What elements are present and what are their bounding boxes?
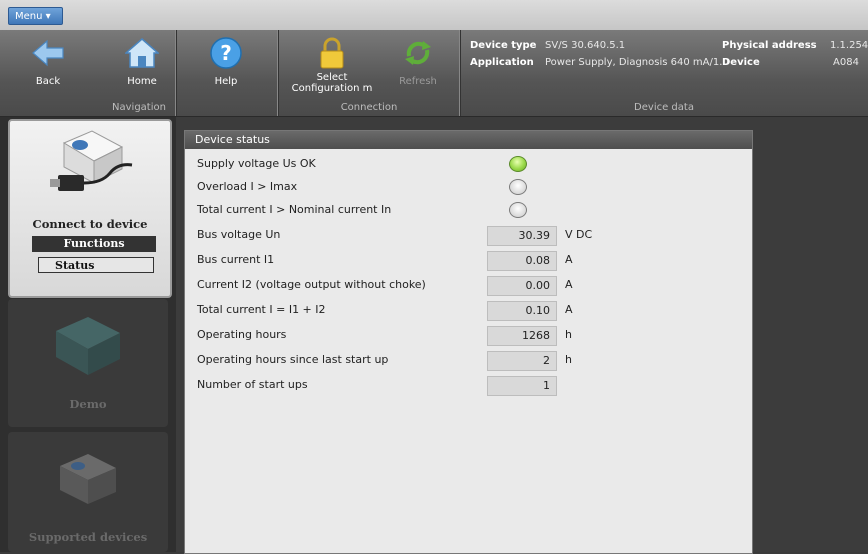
ribbon-toolbar: Back Home ? Help Navigation Select Confi… xyxy=(0,30,868,117)
demo-card[interactable]: Demo xyxy=(8,299,168,427)
connect-to-device-title: Connect to device xyxy=(32,217,148,231)
value-label: Bus current I1 xyxy=(197,253,275,266)
value-row: Bus current I1 0.08 A xyxy=(197,249,737,271)
connection-group: Select Configuration m Refresh Connectio… xyxy=(278,30,461,116)
navigation-group-label: Navigation xyxy=(112,102,166,113)
supported-device-icon xyxy=(52,448,124,513)
device-data-group: Device type SV/S 30.640.5.1 Application … xyxy=(460,30,868,116)
connect-to-device-card[interactable]: Connect to device Functions Status xyxy=(8,119,172,298)
indicator-label: Overload I > Imax xyxy=(197,180,298,193)
status-led-icon xyxy=(509,179,527,195)
device-value: A084 xyxy=(833,57,859,68)
refresh-icon xyxy=(401,36,435,70)
back-label: Back xyxy=(35,76,61,87)
status-button[interactable]: Status xyxy=(38,257,154,273)
indicator-row: Supply voltage Us OK xyxy=(197,153,737,175)
value-label: Current I2 (voltage output without choke… xyxy=(197,278,426,291)
connection-group-label: Connection xyxy=(340,102,398,113)
side-panel: Connect to device Functions Status Demo … xyxy=(0,117,176,552)
value-row: Operating hours since last start up 2 h xyxy=(197,349,737,371)
status-led-icon xyxy=(509,156,527,172)
device-type-label: Device type xyxy=(470,40,537,51)
select-configuration-button[interactable]: Select Configuration m xyxy=(282,36,382,94)
help-button[interactable]: ? Help xyxy=(200,36,252,87)
value-row: Total current I = I1 + I2 0.10 A xyxy=(197,299,737,321)
back-button[interactable]: Back xyxy=(22,36,74,87)
supported-devices-title: Supported devices xyxy=(28,530,148,544)
value-field: 0.10 xyxy=(487,301,557,321)
indicator-row: Overload I > Imax xyxy=(197,176,737,198)
value-unit: A xyxy=(565,303,573,316)
value-label: Total current I = I1 + I2 xyxy=(197,303,326,316)
value-label: Operating hours since last start up xyxy=(197,353,389,366)
value-unit: A xyxy=(565,253,573,266)
usb-interface-icon xyxy=(50,129,134,212)
application-label: Application xyxy=(470,57,534,68)
device-status-title: Device status xyxy=(185,131,752,149)
value-field: 0.00 xyxy=(487,276,557,296)
home-icon xyxy=(124,36,160,70)
value-label: Operating hours xyxy=(197,328,287,341)
value-unit: A xyxy=(565,278,573,291)
indicator-label: Total current I > Nominal current In xyxy=(197,203,392,216)
help-label: Help xyxy=(214,76,238,87)
device-label: Device xyxy=(722,57,760,68)
value-unit: h xyxy=(565,328,572,341)
value-field: 2 xyxy=(487,351,557,371)
back-arrow-icon xyxy=(31,36,65,70)
help-icon: ? xyxy=(209,36,243,70)
value-unit: V DC xyxy=(565,228,593,241)
demo-device-icon xyxy=(50,311,126,382)
value-label: Bus voltage Un xyxy=(197,228,281,241)
home-button[interactable]: Home xyxy=(116,36,168,87)
indicator-label: Supply voltage Us OK xyxy=(197,157,316,170)
svg-text:?: ? xyxy=(220,41,232,65)
lock-icon xyxy=(315,36,349,70)
value-label: Number of start ups xyxy=(197,378,308,391)
value-row: Current I2 (voltage output without choke… xyxy=(197,274,737,296)
device-data-group-label: Device data xyxy=(634,102,694,113)
indicator-row: Total current I > Nominal current In xyxy=(197,199,737,221)
select-configuration-label: Select Configuration m xyxy=(291,72,373,94)
menu-button[interactable]: Menu ▾ xyxy=(8,7,63,25)
value-field: 1 xyxy=(487,376,557,396)
value-row: Number of start ups 1 xyxy=(197,374,737,396)
value-field: 30.39 xyxy=(487,226,557,246)
application-value: Power Supply, Diagnosis 640 mA/1.0 xyxy=(545,57,729,68)
physical-address-value: 1.1.254 xyxy=(830,40,868,51)
menu-bar: Menu ▾ xyxy=(0,0,868,30)
main-content: Device status Supply voltage Us OK Overl… xyxy=(176,117,868,554)
demo-title: Demo xyxy=(69,397,107,411)
value-unit: h xyxy=(565,353,572,366)
physical-address-label: Physical address xyxy=(722,40,817,51)
value-field: 1268 xyxy=(487,326,557,346)
supported-devices-card[interactable]: Supported devices xyxy=(8,432,168,552)
value-field: 0.08 xyxy=(487,251,557,271)
refresh-label: Refresh xyxy=(399,76,437,87)
value-row: Bus voltage Un 30.39 V DC xyxy=(197,224,737,246)
status-led-icon xyxy=(509,202,527,218)
help-group: ? Help Navigation xyxy=(112,30,279,116)
value-row: Operating hours 1268 h xyxy=(197,324,737,346)
home-label: Home xyxy=(127,76,157,87)
refresh-button[interactable]: Refresh xyxy=(388,36,448,87)
device-status-panel: Device status Supply voltage Us OK Overl… xyxy=(184,130,753,554)
device-type-value: SV/S 30.640.5.1 xyxy=(545,40,626,51)
functions-button[interactable]: Functions xyxy=(32,236,156,252)
